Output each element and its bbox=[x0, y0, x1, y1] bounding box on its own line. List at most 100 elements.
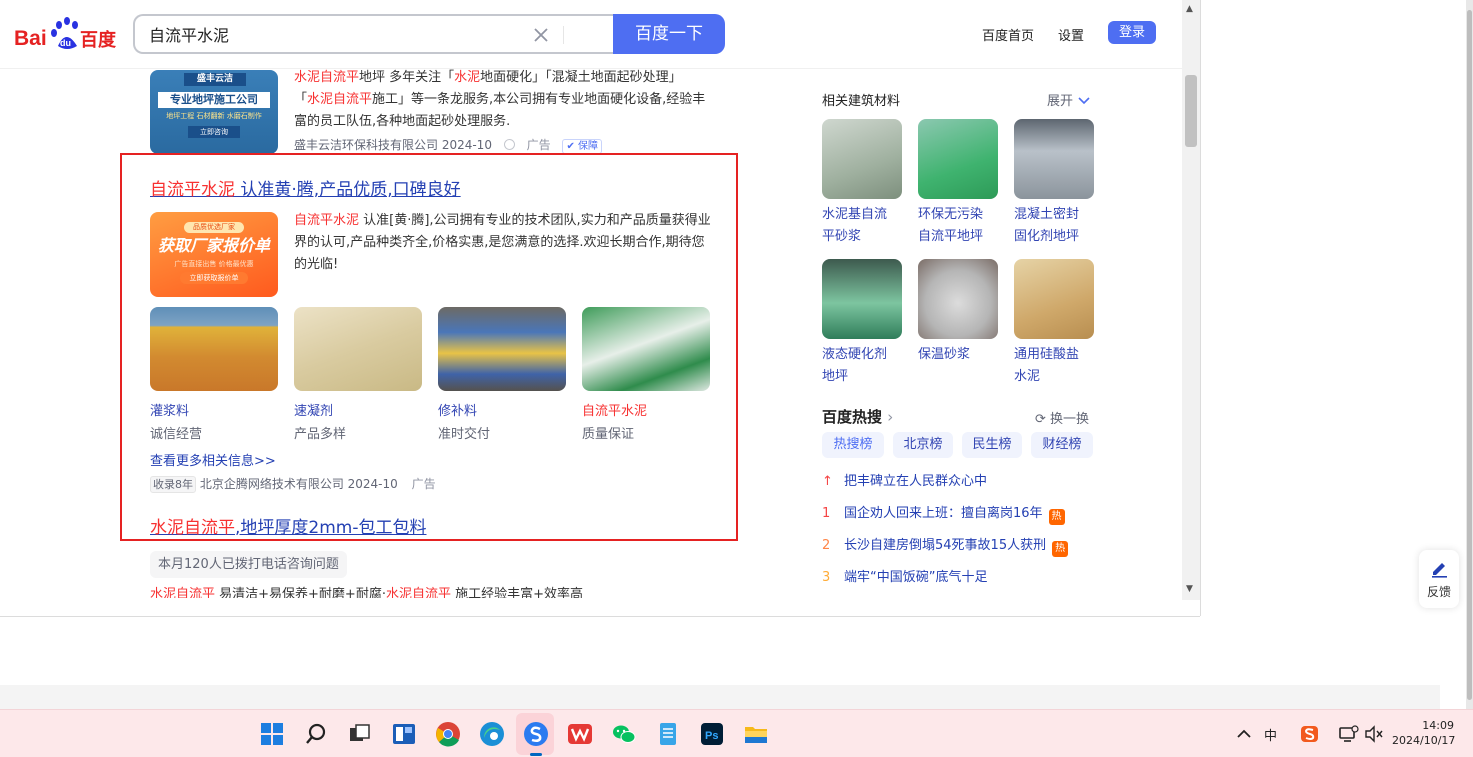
login-button[interactable]: 登录 bbox=[1108, 21, 1156, 44]
tab-livelihood[interactable]: 民生榜 bbox=[962, 432, 1022, 458]
snippet-text: 地坪 多年关注「 bbox=[359, 70, 455, 85]
notepad-icon[interactable] bbox=[654, 720, 682, 748]
hot-rank: 2 bbox=[822, 538, 831, 553]
thumbnail-heading: 专业地坪施工公司 bbox=[158, 92, 270, 108]
thumbnail-line: 地坪工程 石材翻新 水磨石制作 bbox=[166, 112, 262, 120]
wps-icon[interactable] bbox=[566, 720, 594, 748]
sogou-ime-icon[interactable] bbox=[1296, 720, 1324, 748]
snippet-highlight: 水泥自流平 bbox=[150, 587, 216, 598]
hot-search-title[interactable]: 百度热搜 › bbox=[822, 406, 893, 427]
search-divider bbox=[563, 26, 564, 44]
hot-item[interactable]: ↑ 把丰碑立在人民群众心中 bbox=[822, 472, 987, 492]
search-input[interactable]: 自流平水泥 bbox=[149, 26, 509, 46]
related-image[interactable] bbox=[918, 259, 998, 339]
hot-item-text: 长沙自建房倒塌54死事故15人获刑 bbox=[844, 538, 1047, 553]
tab-hot[interactable]: 热搜榜 bbox=[822, 432, 884, 458]
hot-rank: 1 bbox=[822, 506, 831, 521]
windows-start-icon[interactable] bbox=[258, 720, 286, 748]
chevron-right-icon: › bbox=[887, 408, 894, 426]
related-image[interactable] bbox=[918, 119, 998, 199]
chrome-icon[interactable] bbox=[434, 720, 462, 748]
widgets-icon[interactable] bbox=[390, 720, 418, 748]
search-button[interactable]: 百度一下 bbox=[613, 14, 725, 54]
scroll-down-arrow-icon[interactable]: ▼ bbox=[1186, 584, 1193, 594]
network-icon[interactable] bbox=[1334, 720, 1362, 748]
refresh-icon: ⟳ bbox=[1035, 412, 1046, 427]
scrollbar-thumb[interactable] bbox=[1185, 75, 1197, 147]
related-image[interactable] bbox=[1014, 259, 1094, 339]
related-label-line: 液态硬化剂 bbox=[822, 347, 888, 362]
photoshop-icon[interactable]: Ps bbox=[698, 720, 726, 748]
hot-badge: 热 bbox=[1048, 509, 1065, 525]
snippet-text: 施工」等一条龙服务,本公司拥有专业地面硬化设备,经验丰 bbox=[372, 92, 706, 107]
baidu-logo[interactable]: Bai du 百度 bbox=[14, 16, 120, 52]
related-label-line: 水泥 bbox=[1014, 369, 1041, 384]
svg-text:Bai: Bai bbox=[14, 27, 47, 50]
file-explorer-icon[interactable] bbox=[742, 720, 770, 748]
hot-item[interactable]: 1 国企劝人回来上班：擅自离岗16年热 bbox=[822, 504, 1065, 525]
result-snippet-line: 富的员工队伍,各种地面起砂处理服务. bbox=[294, 114, 511, 129]
related-image[interactable] bbox=[822, 119, 902, 199]
result-snippet-line: 「水泥自流平施工」等一条龙服务,本公司拥有专业地面硬化设备,经验丰 bbox=[294, 89, 705, 111]
related-label-line: 自流平地坪 bbox=[918, 229, 984, 244]
hot-item[interactable]: 3 端牢“中国饭碗”底气十足 bbox=[822, 568, 987, 588]
related-label[interactable]: 保温砂浆 bbox=[918, 344, 998, 366]
search-icon[interactable] bbox=[302, 720, 330, 748]
related-label[interactable]: 混凝土密封 固化剂地坪 bbox=[1014, 204, 1094, 248]
related-label-line: 混凝土密封 bbox=[1014, 207, 1080, 222]
task-view-icon[interactable] bbox=[346, 720, 374, 748]
tab-beijing[interactable]: 北京榜 bbox=[893, 432, 953, 458]
browser-viewport: Bai du 百度 自流平水泥 百度一下 百度首页 设置 登录 盛丰云洁 专业地… bbox=[0, 0, 1200, 616]
volume-muted-icon[interactable] bbox=[1360, 720, 1388, 748]
related-label-line: 保温砂浆 bbox=[918, 347, 971, 362]
edge-icon[interactable] bbox=[478, 720, 506, 748]
related-label[interactable]: 液态硬化剂 地坪 bbox=[822, 344, 902, 388]
tab-finance[interactable]: 财经榜 bbox=[1031, 432, 1093, 458]
input-method-indicator[interactable]: 中 bbox=[1264, 725, 1277, 744]
search-header: Bai du 百度 自流平水泥 百度一下 百度首页 设置 登录 bbox=[0, 0, 1200, 69]
related-image[interactable] bbox=[822, 259, 902, 339]
active-indicator bbox=[530, 753, 542, 756]
snippet-text: 易清洁+易保养+耐磨+耐腐· bbox=[215, 587, 386, 598]
related-label-line: 环保无污染 bbox=[918, 207, 984, 222]
bottom-strip bbox=[0, 685, 1440, 709]
search-box[interactable]: 自流平水泥 bbox=[133, 14, 615, 54]
settings-link[interactable]: 设置 bbox=[1058, 25, 1084, 44]
source-text[interactable]: 盛丰云洁环保科技有限公司 2024-10 bbox=[294, 138, 492, 152]
chevron-up-icon[interactable] bbox=[1230, 720, 1258, 748]
call-info-chip[interactable]: 本月120人已拨打电话咨询问题 bbox=[150, 551, 347, 578]
related-image[interactable] bbox=[1014, 119, 1094, 199]
scroll-up-arrow-icon[interactable]: ▲ bbox=[1186, 4, 1193, 14]
viewport-border bbox=[0, 616, 1200, 617]
wechat-icon[interactable] bbox=[610, 720, 638, 748]
related-label-line: 地坪 bbox=[822, 369, 849, 384]
related-title: 相关建筑材料 bbox=[822, 94, 901, 109]
hot-item[interactable]: 2 长沙自建房倒塌54死事故15人获刑热 bbox=[822, 536, 1069, 557]
related-label-line: 通用硅酸盐 bbox=[1014, 347, 1080, 362]
hot-badge: 热 bbox=[1052, 541, 1069, 557]
feedback-button[interactable]: 反馈 bbox=[1419, 550, 1459, 608]
window-scrollbar-thumb[interactable] bbox=[1467, 10, 1472, 700]
svg-text:百度: 百度 bbox=[80, 29, 117, 51]
guarantee-badge[interactable]: ✔ 保障 bbox=[562, 139, 603, 154]
related-label[interactable]: 环保无污染自流平地坪 bbox=[918, 204, 998, 248]
result-thumbnail[interactable]: 盛丰云洁 专业地坪施工公司 地坪工程 石材翻新 水磨石制作 立即咨询 bbox=[150, 70, 278, 154]
clear-icon[interactable] bbox=[531, 25, 551, 45]
related-label-line: 平砂浆 bbox=[822, 229, 862, 244]
info-icon[interactable] bbox=[503, 139, 515, 150]
baidu-home-link[interactable]: 百度首页 bbox=[982, 25, 1034, 44]
thumbnail-brand: 盛丰云洁 bbox=[184, 73, 246, 86]
refresh-label: 换一换 bbox=[1050, 412, 1090, 427]
feedback-label: 反馈 bbox=[1426, 585, 1451, 599]
clock-date: 2024/10/17 bbox=[1392, 734, 1456, 747]
hot-item-text: 国企劝人回来上班：擅自离岗16年 bbox=[844, 506, 1043, 521]
pin-icon: ↑ bbox=[822, 474, 833, 489]
related-label[interactable]: 水泥基自流 平砂浆 bbox=[822, 204, 902, 248]
refresh-button[interactable]: ⟳ 换一换 bbox=[1035, 408, 1089, 427]
svg-text:Ps: Ps bbox=[705, 730, 718, 742]
expand-button[interactable]: 展开 bbox=[1047, 90, 1091, 111]
sogou-browser-icon[interactable] bbox=[522, 720, 550, 748]
taskbar: Ps 中 14:09 2024/10/17 bbox=[0, 709, 1473, 757]
clock[interactable]: 14:09 2024/10/17 bbox=[1392, 718, 1456, 748]
related-label[interactable]: 通用硅酸盐 水泥 bbox=[1014, 344, 1094, 388]
